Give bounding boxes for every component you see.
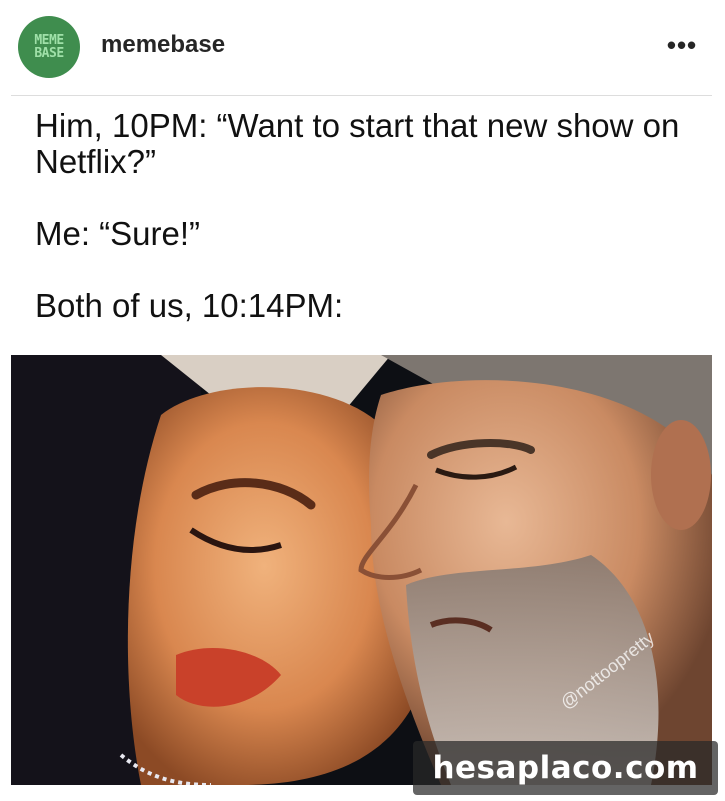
caption-line-3: Both of us, 10:14PM: bbox=[35, 287, 344, 324]
username[interactable]: memebase bbox=[101, 31, 225, 59]
watermark-badge: hesaplaco.com bbox=[413, 741, 718, 795]
avatar[interactable]: MEME BASE bbox=[18, 16, 80, 78]
caption-line-1: Him, 10PM: “Want to start that new show … bbox=[35, 107, 680, 180]
avatar-text-line2: BASE bbox=[34, 46, 64, 61]
meme-image: Him, 10PM: “Want to start that new show … bbox=[11, 95, 712, 801]
meme-photo: @nottoopretty bbox=[11, 355, 712, 785]
more-options-icon[interactable]: ••• bbox=[660, 30, 704, 60]
post-header: MEME BASE memebase ••• bbox=[0, 0, 725, 92]
watermark-text: hesaplaco.com bbox=[432, 750, 699, 786]
caption-line-2: Me: “Sure!” bbox=[35, 215, 201, 252]
